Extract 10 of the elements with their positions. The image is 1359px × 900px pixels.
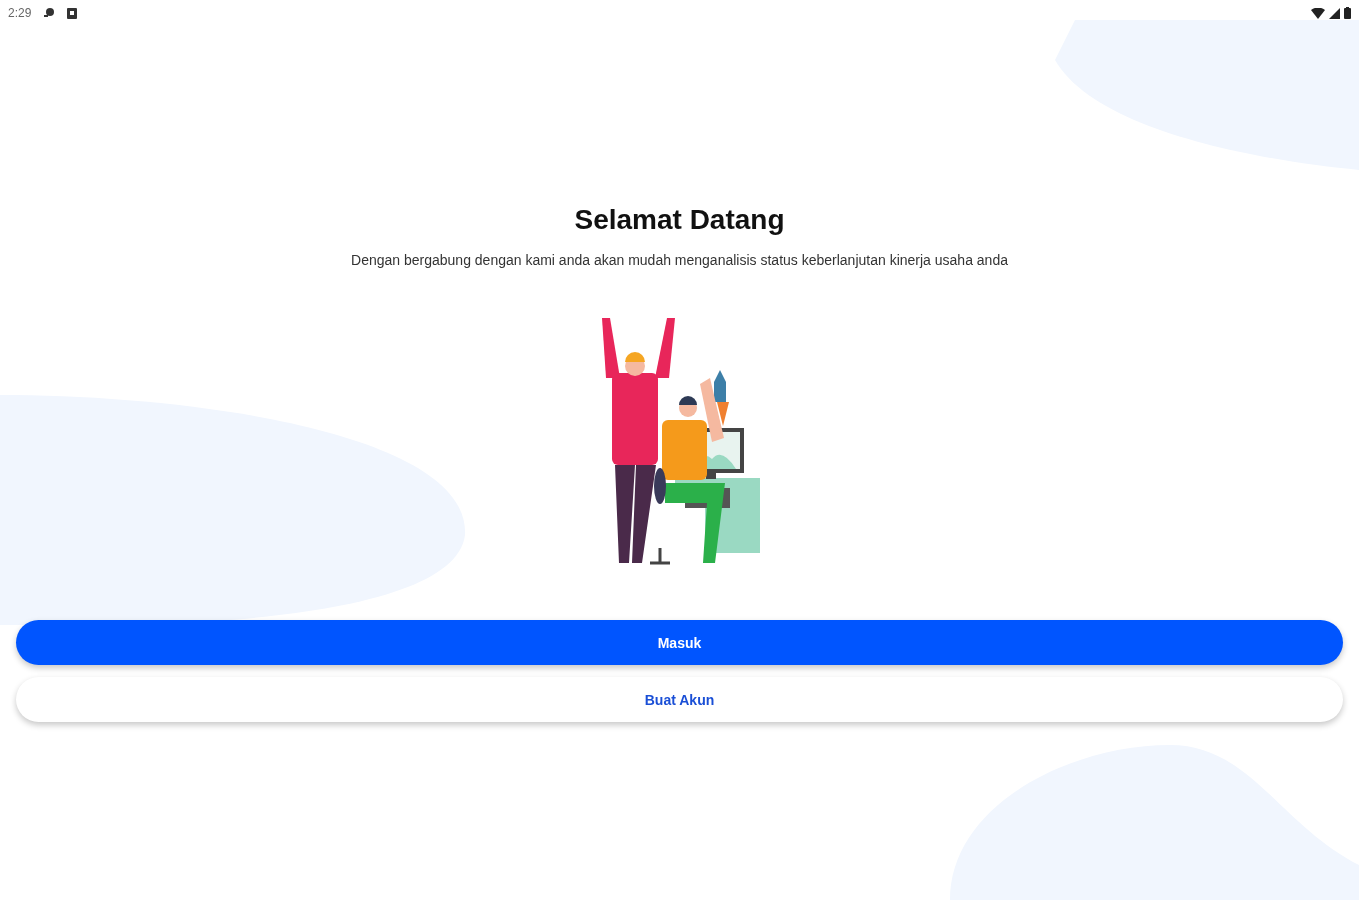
signal-icon [1329, 7, 1340, 19]
welcome-subtitle: Dengan bergabung dengan kami anda akan mudah menganalisis status keberlanjutan kinerja usaha anda [351, 252, 1008, 268]
create-account-button[interactable]: Buat Akun [16, 677, 1343, 722]
login-button[interactable]: Masuk [16, 620, 1343, 665]
welcome-title: Selamat Datang [574, 204, 785, 236]
notification-icon [43, 7, 56, 19]
notification-icon [67, 7, 78, 19]
status-time: 2:29 [8, 6, 32, 20]
battery-icon [1344, 7, 1351, 19]
wifi-icon [1311, 7, 1325, 19]
